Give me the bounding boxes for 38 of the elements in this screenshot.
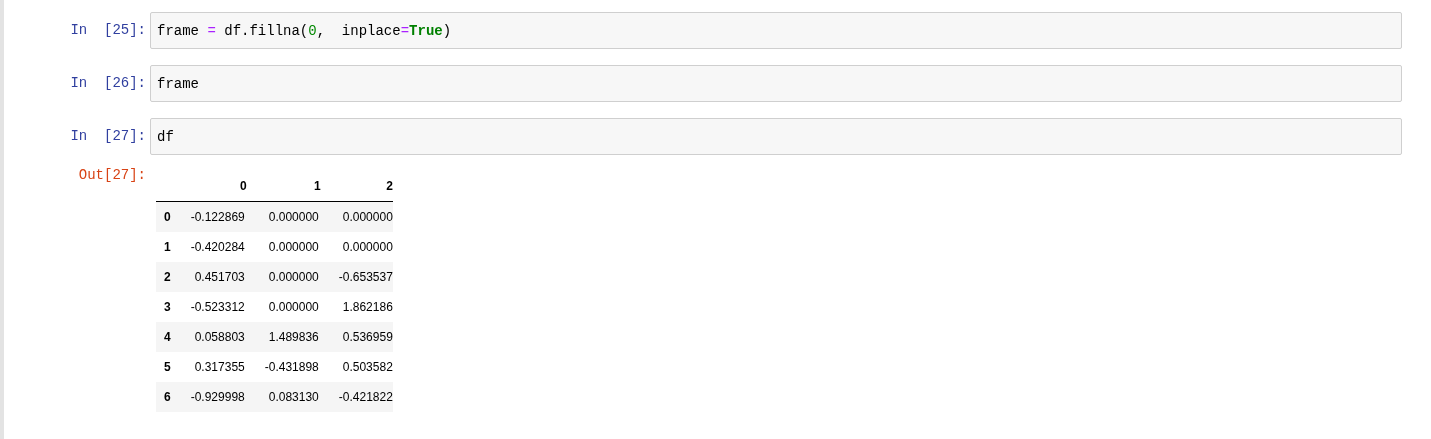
table-cell: 0.000000 — [246, 201, 321, 232]
table-cell: -0.431898 — [246, 352, 321, 382]
input-prompt: In [26]: — [70, 74, 146, 93]
column-header: 0 — [172, 171, 247, 202]
table-cell: 0.000000 — [246, 262, 321, 292]
input-prompt: In [25]: — [70, 21, 146, 40]
output-prompt: Out[27]: — [78, 166, 146, 185]
table-cell: 0.503582 — [320, 352, 393, 382]
row-header: 3 — [156, 292, 173, 322]
table-cell: 0.083130 — [246, 382, 321, 412]
code-input-cell[interactable]: df — [150, 118, 1402, 155]
column-header: 1 — [246, 171, 321, 202]
table-cell: 0.000000 — [320, 232, 393, 262]
table-cell: 0.000000 — [246, 232, 321, 262]
table-cell: 0.000000 — [246, 292, 321, 322]
table-cell: -0.421822 — [320, 382, 393, 412]
row-header: 0 — [156, 201, 173, 232]
row-header: 4 — [156, 322, 173, 352]
table-cell: 1.862186 — [320, 292, 393, 322]
table-cell: 0.000000 — [320, 201, 393, 232]
table-cell: -0.653537 — [320, 262, 393, 292]
column-header: 2 — [320, 171, 393, 202]
table-cell: -0.523312 — [172, 292, 247, 322]
table-cell: 1.489836 — [246, 322, 321, 352]
row-header: 1 — [156, 232, 173, 262]
row-header: 5 — [156, 352, 173, 382]
table-cell: -0.420284 — [172, 232, 247, 262]
input-prompt: In [27]: — [70, 127, 146, 146]
table-cell: 0.451703 — [172, 262, 247, 292]
table-cell: 0.317355 — [172, 352, 247, 382]
table-cell: -0.122869 — [172, 201, 247, 232]
code-input-cell[interactable]: frame = df.fillna(0, inplace=True) — [150, 12, 1402, 49]
table-cell: -0.929998 — [172, 382, 247, 412]
row-header: 2 — [156, 262, 173, 292]
table-cell: 0.536959 — [320, 322, 393, 352]
row-header: 6 — [156, 382, 173, 412]
table-cell: 0.058803 — [172, 322, 247, 352]
code-input-cell[interactable]: frame — [150, 65, 1402, 102]
